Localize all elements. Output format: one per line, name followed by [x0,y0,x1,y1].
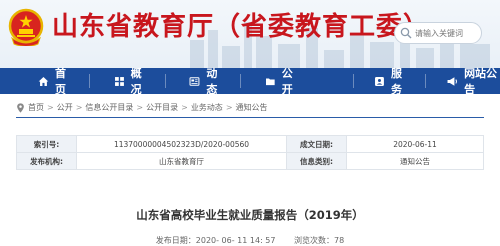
nav-item-public[interactable]: 公开 [265,67,355,96]
announcement-icon [447,76,457,86]
search-input[interactable] [415,25,479,41]
date-label: 成文日期: [286,135,347,153]
national-emblem-logo[interactable] [8,8,44,46]
index-label: 索引号: [16,135,77,153]
publish-time: 2020- 06- 11 14: 57 [195,236,276,245]
nav-label-public: 公开 [281,67,293,96]
nav-label-overview: 概况 [130,67,142,96]
index-value: 11370000004502323D/2020-00560 [76,135,287,153]
nav-item-overview[interactable]: 概况 [114,67,166,96]
breadcrumb-notices[interactable]: 通知公告 [236,102,268,113]
views-count: 78 [334,236,345,245]
breadcrumb-separator: > [136,103,144,112]
folder-icon [266,78,275,85]
service-icon [375,76,385,86]
breadcrumb-separator: > [181,103,188,112]
nav-label-announcement: 网站公告 [464,67,498,96]
site-header: 山东省教育厅（省委教育工委） [0,0,500,68]
main-nav: 首页 概况 动态 公开 服务 网站公告 [0,67,500,96]
category-value: 通知公告 [346,152,484,170]
nav-item-announcement[interactable]: 网站公告 [446,67,500,96]
breadcrumb-home[interactable]: 首页 [28,102,44,113]
nav-divider [240,74,242,88]
org-value: 山东省教育厅 [76,152,287,170]
nav-label-news: 动态 [206,67,218,96]
nav-item-service[interactable]: 服务 [374,67,426,96]
search-box[interactable] [394,22,482,44]
search-icon[interactable] [400,27,412,39]
breadcrumb: 首页 > 公开 > 信息公开目录 > 公开目录 > 业务动态 > 通知公告 [16,102,268,113]
view-count: 浏览次数：78 [294,236,344,245]
site-title[interactable]: 山东省教育厅（省委教育工委） [52,6,430,43]
publish-label: 发布日期： [155,236,196,245]
breadcrumb-separator: > [75,103,83,112]
breadcrumb-separator: > [47,103,54,112]
breadcrumb-info-catalog[interactable]: 信息公开目录 [85,102,133,113]
nav-label-service: 服务 [391,67,403,96]
org-label: 发布机构: [16,152,77,170]
views-label: 浏览次数： [294,236,335,245]
breadcrumb-public[interactable]: 公开 [57,102,73,113]
breadcrumb-separator: > [225,103,233,112]
document-info-table: 索引号: 11370000004502323D/2020-00560 成文日期:… [16,135,484,170]
date-value: 2020-06-11 [346,135,484,153]
category-label: 信息类别: [286,152,347,170]
breadcrumb-divider [16,117,484,118]
nav-item-home[interactable]: 首页 [38,67,90,96]
table-row: 索引号: 11370000004502323D/2020-00560 成文日期:… [16,135,484,153]
breadcrumb-catalog[interactable]: 公开目录 [146,102,178,113]
nav-label-home: 首页 [54,67,66,96]
publish-date: 发布日期：2020- 06- 11 14: 57 [156,236,276,245]
table-row: 发布机构: 山东省教育厅 信息类别: 通知公告 [16,152,484,170]
location-pin-icon [17,102,24,113]
home-icon [38,76,49,86]
news-icon [189,76,200,86]
nav-item-news[interactable]: 动态 [189,67,242,96]
grid-icon [114,76,124,86]
article-title: 山东省高校毕业生就业质量报告（2019年） [136,208,364,222]
nav-divider [353,74,355,88]
breadcrumb-business-news[interactable]: 业务动态 [191,102,223,113]
nav-divider [425,74,426,88]
nav-divider [164,74,166,88]
nav-divider [88,74,90,88]
article-meta: 发布日期：2020- 06- 11 14: 57 浏览次数：78 [0,235,500,246]
